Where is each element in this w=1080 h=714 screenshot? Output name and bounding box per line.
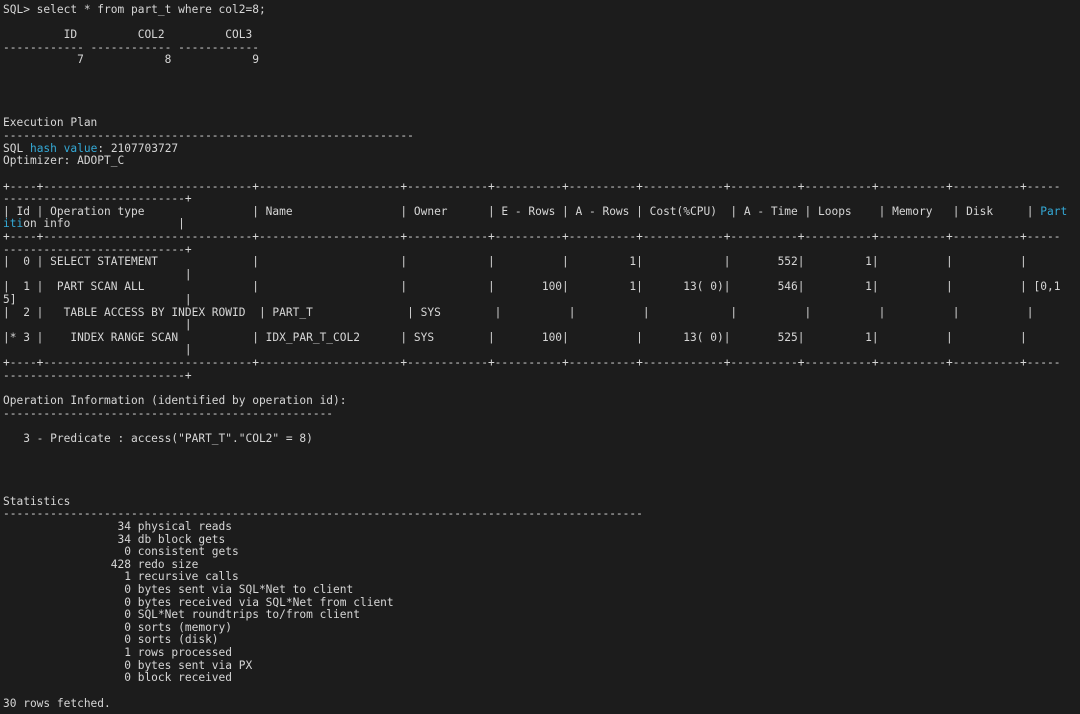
terminal-line: ID COL2 COL3 [3,28,253,42]
terminal-line: 0 block received [3,671,233,685]
terminal-line: Operation Information (identified by ope… [3,393,347,407]
terminal-line: 1 rows processed [3,646,233,660]
terminal-line: SQL hash value: 2107703727 [3,141,1080,156]
highlighted-text: Part [1040,204,1068,218]
terminal-text: | Id | Operation type | Name | Owner | E… [3,204,1041,218]
highlighted-text: value [63,141,98,155]
terminal-line: Optimizer: ADOPT_C [3,154,125,168]
terminal-output[interactable]: SQL> select * from part_t where col2=8; … [0,0,1080,714]
terminal-line: | [3,318,192,332]
highlighted-text: iti [3,217,24,231]
terminal-line: ----------------------------------------… [3,406,334,420]
terminal-line: 5] | [3,293,192,307]
terminal-text: SQL [3,141,30,155]
terminal-line: | 0 | SELECT STATEMENT | | | | 1| | 552|… [3,255,1027,269]
terminal-line: 7 8 9 [3,53,259,67]
terminal-line: ---------------------------+ [3,368,192,382]
terminal-line: 0 SQL*Net roundtrips to/from client [3,608,360,622]
highlighted-text: hash [29,141,57,155]
terminal-line: 30 rows fetched. [3,696,111,710]
terminal-line: 0 consistent gets [3,545,239,559]
terminal-line: 0 bytes sent via SQL*Net to client [3,583,354,597]
terminal-line: 3 - Predicate : access("PART_T"."COL2" =… [3,431,313,445]
terminal-line: +----+-------------------------------+--… [3,229,1061,243]
terminal-text: : 2107703727 [97,141,179,155]
terminal-line: +----+-------------------------------+--… [3,356,1061,370]
terminal-text: on info | [23,217,185,231]
terminal-line: SQL> select * from part_t where col2=8; [3,3,266,16]
terminal-line: 34 physical reads [3,519,233,533]
